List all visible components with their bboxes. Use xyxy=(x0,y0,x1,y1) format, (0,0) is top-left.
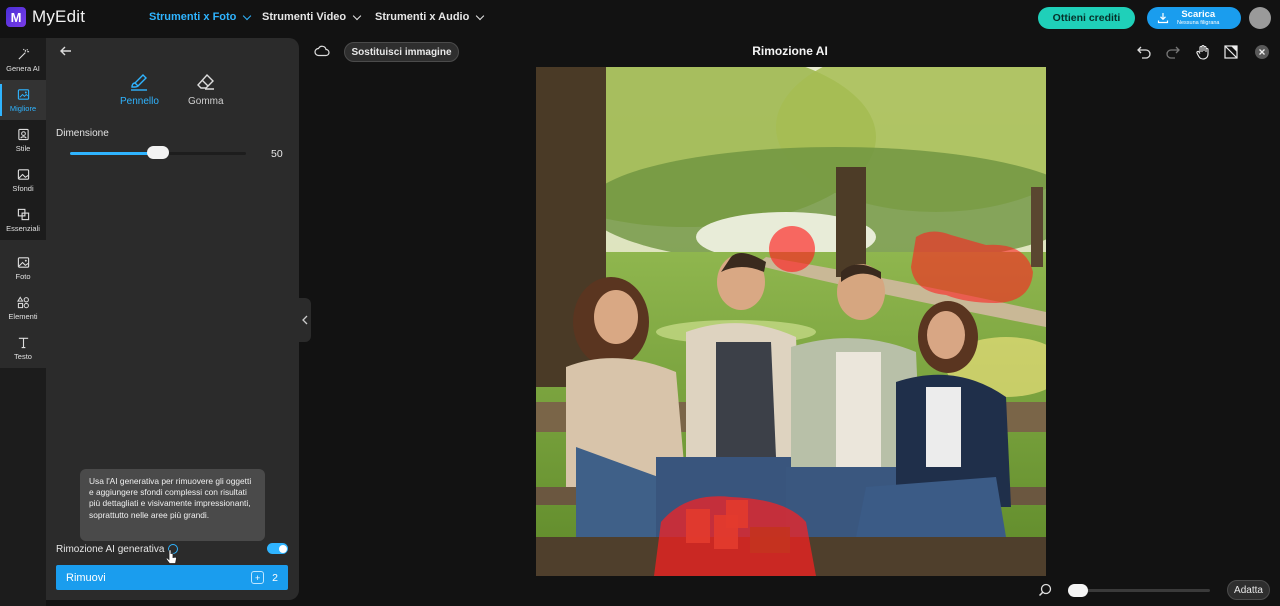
left-rail: Genera AI Migliore Stile Sfondi Essenzia… xyxy=(0,38,46,606)
generative-removal-label: Rimozione AI generativa xyxy=(56,543,165,555)
remove-cost-value: 2 xyxy=(272,571,278,584)
rail-item-label: Genera AI xyxy=(6,63,40,73)
hand-pan-icon[interactable] xyxy=(1195,44,1211,60)
app-logo[interactable]: M MyEdit xyxy=(6,7,85,27)
rail-item-label: Migliore xyxy=(9,103,37,113)
rail-item-backgrounds[interactable]: Sfondi xyxy=(0,160,46,200)
undo-icon[interactable] xyxy=(1136,44,1152,60)
rail-item-label: Elementi xyxy=(8,311,38,321)
get-credits-button[interactable]: Ottieni crediti xyxy=(1038,7,1135,29)
crop-icon xyxy=(17,208,29,220)
cloud-icon[interactable] xyxy=(314,44,330,58)
replace-image-button[interactable]: Sostituisci immagine xyxy=(344,42,459,62)
brush-size-slider-fill xyxy=(70,152,158,155)
chevron-left-icon xyxy=(301,315,307,325)
chevron-down-icon xyxy=(476,11,485,20)
nav-audio-tools[interactable]: Strumenti x Audio xyxy=(375,11,485,23)
rail-item-label: Essenziali xyxy=(6,223,40,233)
background-icon xyxy=(17,168,29,180)
zoom-slider-thumb[interactable] xyxy=(1068,584,1088,597)
pointer-cursor-icon xyxy=(166,549,177,564)
brush-size-value: 50 xyxy=(271,148,283,160)
brush-size-slider-thumb[interactable] xyxy=(147,146,169,159)
tools-panel: Pennello Gomma Dimensione 50 Usa l'AI ge… xyxy=(46,38,299,600)
logo-mark: M xyxy=(6,7,26,27)
generative-removal-tooltip: Usa l'AI generativa per rimuovere gli og… xyxy=(80,469,265,541)
generative-removal-toggle[interactable] xyxy=(267,543,288,554)
chevron-down-icon xyxy=(352,11,362,20)
rail-item-label: Stile xyxy=(15,143,31,153)
brush-size-label: Dimensione xyxy=(56,128,109,139)
compare-icon[interactable] xyxy=(1223,44,1239,60)
download-label: Scarica xyxy=(1181,9,1216,20)
brush-tool-label: Pennello xyxy=(120,96,159,107)
nav-video-tools-label: Strumenti Video xyxy=(262,11,347,23)
remove-button-label: Rimuovi xyxy=(66,571,106,584)
eraser-tool-button[interactable]: Gomma xyxy=(188,72,224,107)
eraser-tool-label: Gomma xyxy=(188,96,224,107)
nav-photo-tools[interactable]: Strumenti x Foto xyxy=(149,11,252,23)
nav-video-tools[interactable]: Strumenti Video xyxy=(262,11,362,23)
style-icon xyxy=(17,128,29,140)
edit-canvas-image[interactable] xyxy=(536,67,1046,576)
back-arrow-icon[interactable] xyxy=(58,43,74,59)
remove-cost: + 2 xyxy=(251,571,278,584)
zoom-slider[interactable] xyxy=(1068,584,1210,597)
nav-audio-tools-label: Strumenti x Audio xyxy=(375,11,470,23)
rail-item-label: Foto xyxy=(15,271,31,281)
rail-item-photo[interactable]: Foto xyxy=(0,248,46,288)
redo-icon[interactable] xyxy=(1165,44,1181,60)
fit-button[interactable]: Adatta xyxy=(1227,580,1270,600)
chevron-down-icon xyxy=(243,11,252,20)
canvas-title: Rimozione AI xyxy=(752,44,828,58)
remove-button[interactable]: Rimuovi + 2 xyxy=(56,565,288,590)
rail-item-elements[interactable]: Elementi xyxy=(0,288,46,328)
rail-item-text[interactable]: Testo xyxy=(0,328,46,368)
enhance-image-icon xyxy=(17,88,29,100)
logo-text: MyEdit xyxy=(32,7,86,26)
download-icon xyxy=(1157,13,1169,24)
eraser-icon xyxy=(196,73,214,90)
rail-item-essentials[interactable]: Essenziali xyxy=(0,200,46,240)
text-icon xyxy=(18,337,28,348)
brush-size-slider[interactable] xyxy=(70,146,246,159)
close-icon[interactable] xyxy=(1254,44,1270,60)
park-photo-illustration xyxy=(536,67,1046,576)
top-bar: M MyEdit Strumenti x Foto Strumenti Vide… xyxy=(0,0,1280,36)
zoom-icon[interactable] xyxy=(1038,583,1052,597)
mask-stroke xyxy=(769,226,815,272)
nav-photo-tools-label: Strumenti x Foto xyxy=(149,11,237,23)
rail-item-generate-ai[interactable]: Genera AI xyxy=(0,40,46,80)
download-button[interactable]: Scarica Nessuna filigrana xyxy=(1147,7,1241,29)
rail-item-label: Sfondi xyxy=(12,183,34,193)
credit-icon: + xyxy=(251,571,265,584)
magic-wand-icon xyxy=(17,48,29,60)
user-avatar[interactable] xyxy=(1249,7,1271,29)
collapse-panel-button[interactable] xyxy=(298,298,311,342)
elements-icon xyxy=(16,295,29,308)
brush-tool-button[interactable]: Pennello xyxy=(120,72,159,107)
rail-item-label: Testo xyxy=(14,351,32,361)
brush-icon xyxy=(131,74,148,91)
rail-item-enhance[interactable]: Migliore xyxy=(0,80,46,120)
download-sublabel: Nessuna filigrana xyxy=(1177,19,1220,26)
photo-icon xyxy=(17,256,29,268)
rail-item-style[interactable]: Stile xyxy=(0,120,46,160)
